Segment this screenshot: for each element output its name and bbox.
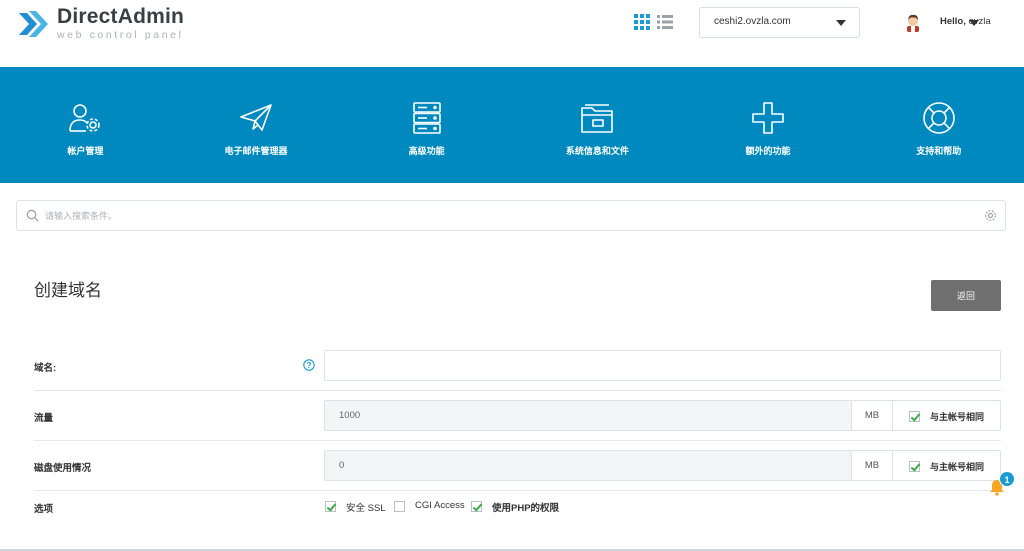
bandwidth-input[interactable]: 1000 <box>324 400 852 431</box>
brand-logo[interactable]: DirectAdmin web control panel <box>17 5 184 41</box>
user-avatar[interactable] <box>903 12 923 32</box>
brand-subtitle: web control panel <box>57 29 184 41</box>
cgi-checkbox[interactable] <box>394 501 405 512</box>
nav-item-support[interactable]: 支持和帮助 <box>853 67 1024 183</box>
nav-item-sysinfo[interactable]: 系统信息和文件 <box>512 67 683 183</box>
domain-label: 域名: <box>34 363 57 374</box>
lifebuoy-icon <box>922 102 955 134</box>
disk-same-toggle[interactable]: 与主帐号相同 <box>893 450 1001 481</box>
user-gear-icon <box>69 104 101 132</box>
php-option-label: 使用PHP的权限 <box>492 503 560 514</box>
bandwidth-value: 1000 <box>339 410 361 421</box>
top-header: DirectAdmin web control panel ceshi2.ovz… <box>0 0 1024 67</box>
nav-label-email: 电子邮件管理器 <box>224 146 288 156</box>
disk-same-checkbox[interactable] <box>909 461 920 472</box>
row-divider <box>34 490 1001 491</box>
directadmin-logo-icon <box>19 11 48 37</box>
back-button[interactable]: 返回 <box>931 280 1001 311</box>
bandwidth-label: 流量 <box>34 413 54 424</box>
disk-value: 0 <box>339 460 345 471</box>
disk-same-label: 与主帐号相同 <box>930 462 985 472</box>
greeting-text: Hello, <box>940 16 966 27</box>
plus-icon <box>752 102 784 134</box>
nav-item-account[interactable]: 帐户管理 <box>0 67 171 183</box>
php-checkbox[interactable] <box>471 501 482 512</box>
ssl-option-label: 安全 SSL <box>346 503 386 514</box>
bandwidth-same-label: 与主帐号相同 <box>930 412 985 422</box>
nav-item-email[interactable]: 电子邮件管理器 <box>171 67 342 183</box>
domain-input[interactable] <box>324 350 1001 381</box>
ssl-checkbox[interactable] <box>325 501 336 512</box>
gear-icon[interactable] <box>984 209 997 222</box>
bandwidth-unit: MB <box>852 400 893 431</box>
search-input[interactable] <box>45 208 945 224</box>
user-menu-chevron-icon[interactable] <box>969 20 979 26</box>
bandwidth-same-checkbox[interactable] <box>909 411 920 422</box>
nav-label-account: 帐户管理 <box>67 146 104 156</box>
domain-select[interactable]: ceshi2.ovzla.com <box>699 7 860 38</box>
cgi-option-label: CGI Access <box>415 500 465 511</box>
folder-icon <box>581 104 614 133</box>
disk-label: 磁盘使用情况 <box>34 463 92 474</box>
user-greeting[interactable]: Hello, ovzla <box>940 16 991 27</box>
nav-item-extra[interactable]: 额外的功能 <box>683 67 854 183</box>
help-icon[interactable]: ? <box>303 359 315 371</box>
page-title: 创建域名 <box>34 281 102 300</box>
chevron-down-icon <box>836 20 846 26</box>
search-bar <box>16 200 1006 231</box>
nav-label-support: 支持和帮助 <box>916 146 962 156</box>
domain-select-value: ceshi2.ovzla.com <box>714 16 791 27</box>
grid-view-icon[interactable] <box>634 14 650 30</box>
disk-unit: MB <box>852 450 893 481</box>
nav-label-advanced: 高级功能 <box>408 146 445 156</box>
row-divider <box>34 440 1001 441</box>
svg-text:?: ? <box>307 361 312 370</box>
disk-input[interactable]: 0 <box>324 450 852 481</box>
nav-label-sysinfo: 系统信息和文件 <box>565 146 629 156</box>
bandwidth-same-toggle[interactable]: 与主帐号相同 <box>893 400 1001 431</box>
row-divider <box>34 390 1001 391</box>
brand-title: DirectAdmin <box>57 5 185 28</box>
options-label: 选项 <box>34 504 54 515</box>
paper-plane-icon <box>240 104 272 131</box>
main-nav: 帐户管理 电子邮件管理器 高级功能 系统信息和文件 额外的功能 支持和帮助 <box>0 67 1024 183</box>
nav-label-extra: 额外的功能 <box>745 146 791 156</box>
server-stack-icon <box>412 102 441 134</box>
search-icon <box>26 209 39 222</box>
nav-item-advanced[interactable]: 高级功能 <box>341 67 512 183</box>
notification-badge: 1 <box>999 471 1015 487</box>
list-view-icon[interactable] <box>657 14 673 30</box>
